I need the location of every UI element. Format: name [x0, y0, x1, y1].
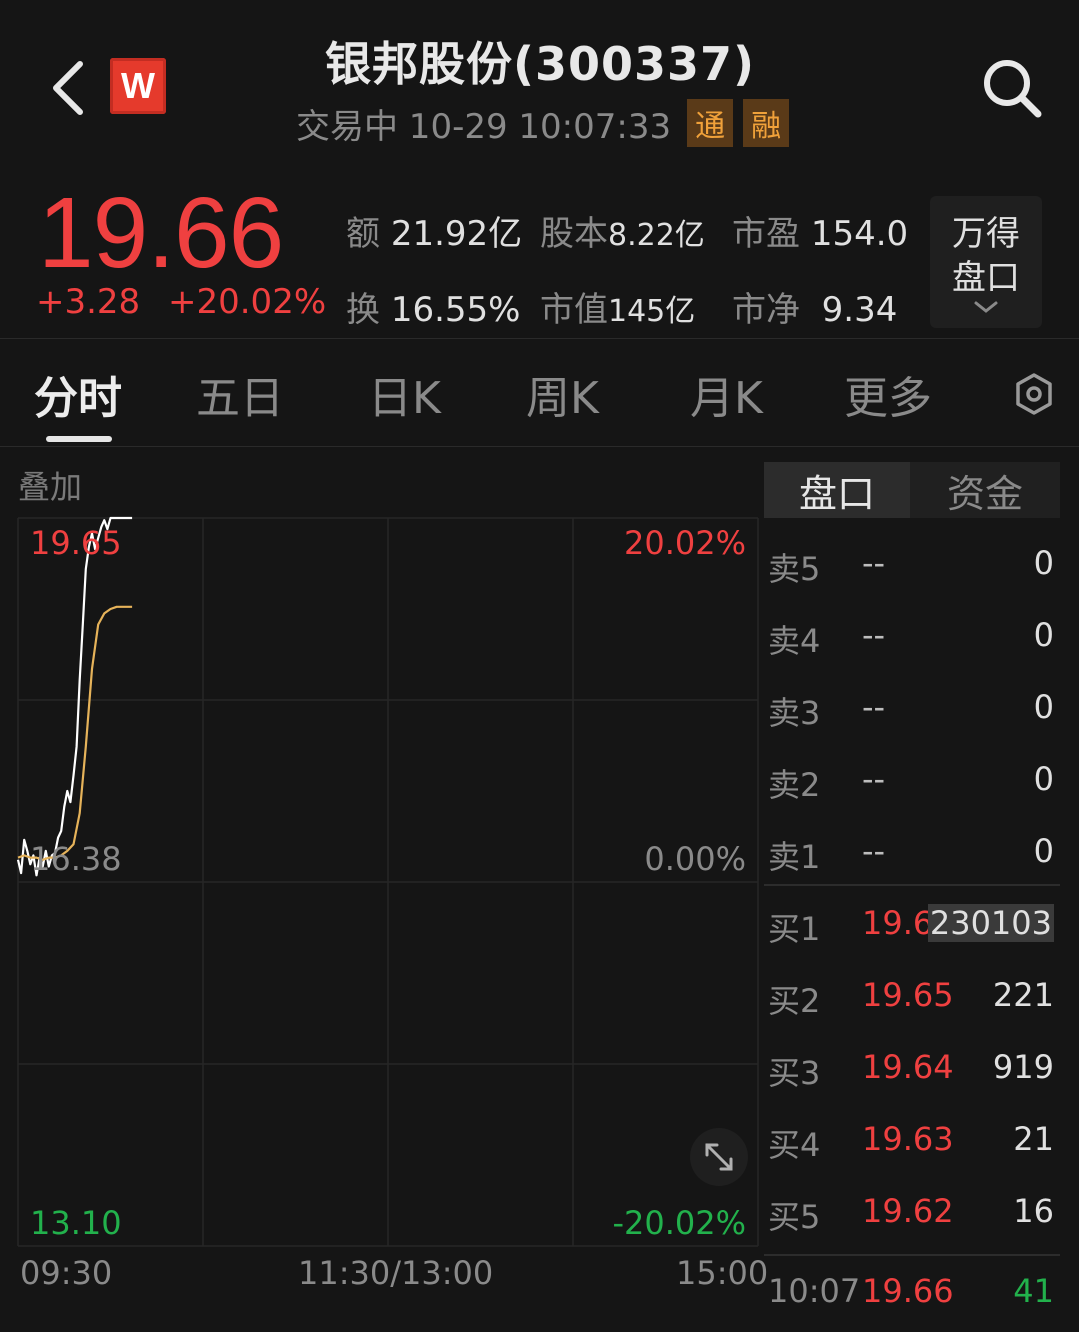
tab-five-day[interactable]: 五日 — [196, 362, 284, 426]
stat-amount: 额 21.92亿 — [346, 214, 523, 254]
trading-status-row: 交易中 10-29 10:07:33 通 融 — [296, 99, 790, 147]
fullscreen-button[interactable] — [690, 1128, 748, 1186]
ask-row: 卖2 -- 0 — [768, 760, 1054, 804]
search-icon — [984, 60, 1042, 118]
time-end-label: 15:00 — [676, 1254, 769, 1292]
tab-capital-flow[interactable]: 资金 — [912, 462, 1058, 518]
wind-orderbook-button[interactable]: 万得 盘口 — [930, 196, 1042, 328]
divider — [0, 446, 1079, 447]
expand-icon — [705, 1143, 733, 1171]
chevron-left-icon — [53, 61, 83, 115]
price-line — [16, 516, 133, 877]
tab-weekly-k[interactable]: 周K — [526, 362, 599, 426]
time-start-label: 09:30 — [20, 1254, 113, 1292]
stat-turnover: 换 16.55% — [346, 290, 521, 330]
bid-row: 买5 19.62 16 — [768, 1192, 1054, 1236]
tab-more[interactable]: 更多 — [844, 362, 932, 426]
pct-high-label: 20.02% — [624, 524, 746, 562]
last-price: 19.66 — [38, 177, 284, 289]
price-change-pct: +20.02% — [168, 282, 327, 322]
price-low-label: 13.10 — [30, 1204, 122, 1242]
chevron-down-icon — [974, 301, 998, 313]
overlay-button[interactable]: 叠加 — [18, 462, 82, 508]
trade-tick-row: 10:07 19.66 41 — [768, 1272, 1054, 1310]
trading-status: 交易中 10-29 10:07:33 — [296, 106, 672, 147]
orderbook-divider — [764, 884, 1060, 886]
time-mid-label: 11:30/13:00 — [298, 1254, 494, 1292]
ask-row: 卖3 -- 0 — [768, 688, 1054, 732]
price-mid-label: 16.38 — [30, 840, 122, 878]
chart-series — [16, 516, 133, 877]
divider — [0, 338, 1079, 339]
stat-share-capital: 股本8.22亿 — [540, 214, 705, 254]
settings-button[interactable] — [1012, 372, 1056, 416]
stat-market-cap: 市值145亿 — [540, 290, 696, 330]
avg-price-line — [17, 605, 133, 861]
stock-title: 银邦股份(300337) — [324, 37, 756, 91]
ask-row: 卖5 -- 0 — [768, 544, 1054, 588]
margin-tag: 融 — [743, 99, 790, 147]
price-high-label: 19.65 — [30, 524, 122, 562]
intraday-chart: 19.65 20.02% 16.38 0.00% 13.10 -20.02% — [16, 516, 759, 1247]
tab-monthly-k[interactable]: 月K — [690, 362, 763, 426]
pct-low-label: -20.02% — [612, 1204, 746, 1242]
ask-row: 卖4 -- 0 — [768, 616, 1054, 660]
bid-row: 买3 19.64 919 — [768, 1048, 1054, 1092]
wind-logo: W — [110, 58, 166, 114]
settings-icon — [1016, 373, 1052, 415]
bid-row: 买2 19.65 221 — [768, 976, 1054, 1020]
tab-intraday[interactable]: 分时 — [34, 362, 122, 426]
price-change: +3.28 — [36, 282, 141, 322]
pct-mid-label: 0.00% — [644, 840, 746, 878]
wind-orderbook-label: 万得 盘口 — [952, 214, 1020, 298]
stat-pe: 市盈 154.0 — [732, 214, 909, 254]
stat-pb: 市净 9.34 — [732, 290, 898, 330]
search-button[interactable] — [980, 56, 1044, 120]
chart-grid — [17, 517, 759, 1247]
bid-row: 买4 19.63 21 — [768, 1120, 1054, 1164]
back-button[interactable] — [48, 60, 88, 116]
orderbook-divider — [764, 1254, 1060, 1256]
tab-daily-k[interactable]: 日K — [368, 362, 441, 426]
ask-row: 卖1 -- 0 — [768, 832, 1054, 876]
connect-tag: 通 — [687, 99, 734, 147]
active-tab-indicator — [46, 436, 112, 442]
bid-row: 买1 19.66 230103 — [768, 904, 1054, 948]
tab-orderbook[interactable]: 盘口 — [764, 462, 910, 518]
orderbook-tabs: 盘口 资金 — [764, 462, 1060, 518]
